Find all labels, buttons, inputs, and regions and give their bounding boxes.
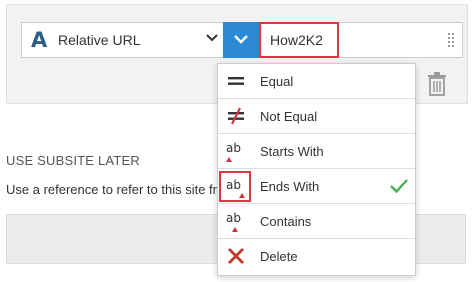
operator-menu: Equal Not Equal ab Starts With ab Ends W…: [217, 63, 416, 276]
chevron-down-icon[interactable]: [205, 31, 219, 45]
menu-item-delete[interactable]: Delete: [218, 239, 415, 274]
menu-item-label: Equal: [260, 74, 294, 89]
section-title: USE SUBSITE LATER: [6, 153, 140, 168]
field-select-label[interactable]: Relative URL: [58, 32, 140, 48]
drag-handle-icon[interactable]: [448, 33, 454, 47]
text-field-icon: A: [31, 28, 48, 52]
delete-x-icon: [228, 248, 244, 264]
section-description: Use a reference to refer to this site fr…: [6, 182, 225, 197]
menu-item-label: Starts With: [260, 144, 324, 159]
chevron-down-icon: [234, 35, 248, 44]
not-equal-icon: [228, 107, 244, 125]
menu-item-label: Not Equal: [260, 109, 318, 124]
equal-icon: [228, 77, 244, 85]
ends-with-icon: ab: [219, 171, 251, 202]
menu-item-label: Delete: [260, 249, 298, 264]
menu-item-equal[interactable]: Equal: [218, 64, 415, 99]
contains-icon: ab: [224, 208, 248, 234]
menu-item-not-equal[interactable]: Not Equal: [218, 99, 415, 134]
menu-item-label: Ends With: [260, 179, 320, 194]
menu-item-label: Contains: [260, 214, 312, 229]
starts-with-icon: ab: [224, 138, 248, 164]
filter-value-input[interactable]: How2K2: [259, 22, 339, 58]
menu-item-starts-with[interactable]: ab Starts With: [218, 134, 415, 169]
menu-item-ends-with[interactable]: ab Ends With: [218, 169, 415, 204]
menu-item-contains[interactable]: ab Contains: [218, 204, 415, 239]
filter-row: A Relative URL How2K2: [21, 22, 463, 58]
trash-icon[interactable]: [428, 72, 446, 96]
checkmark-icon: [390, 179, 408, 194]
operator-dropdown-button[interactable]: [223, 22, 259, 58]
